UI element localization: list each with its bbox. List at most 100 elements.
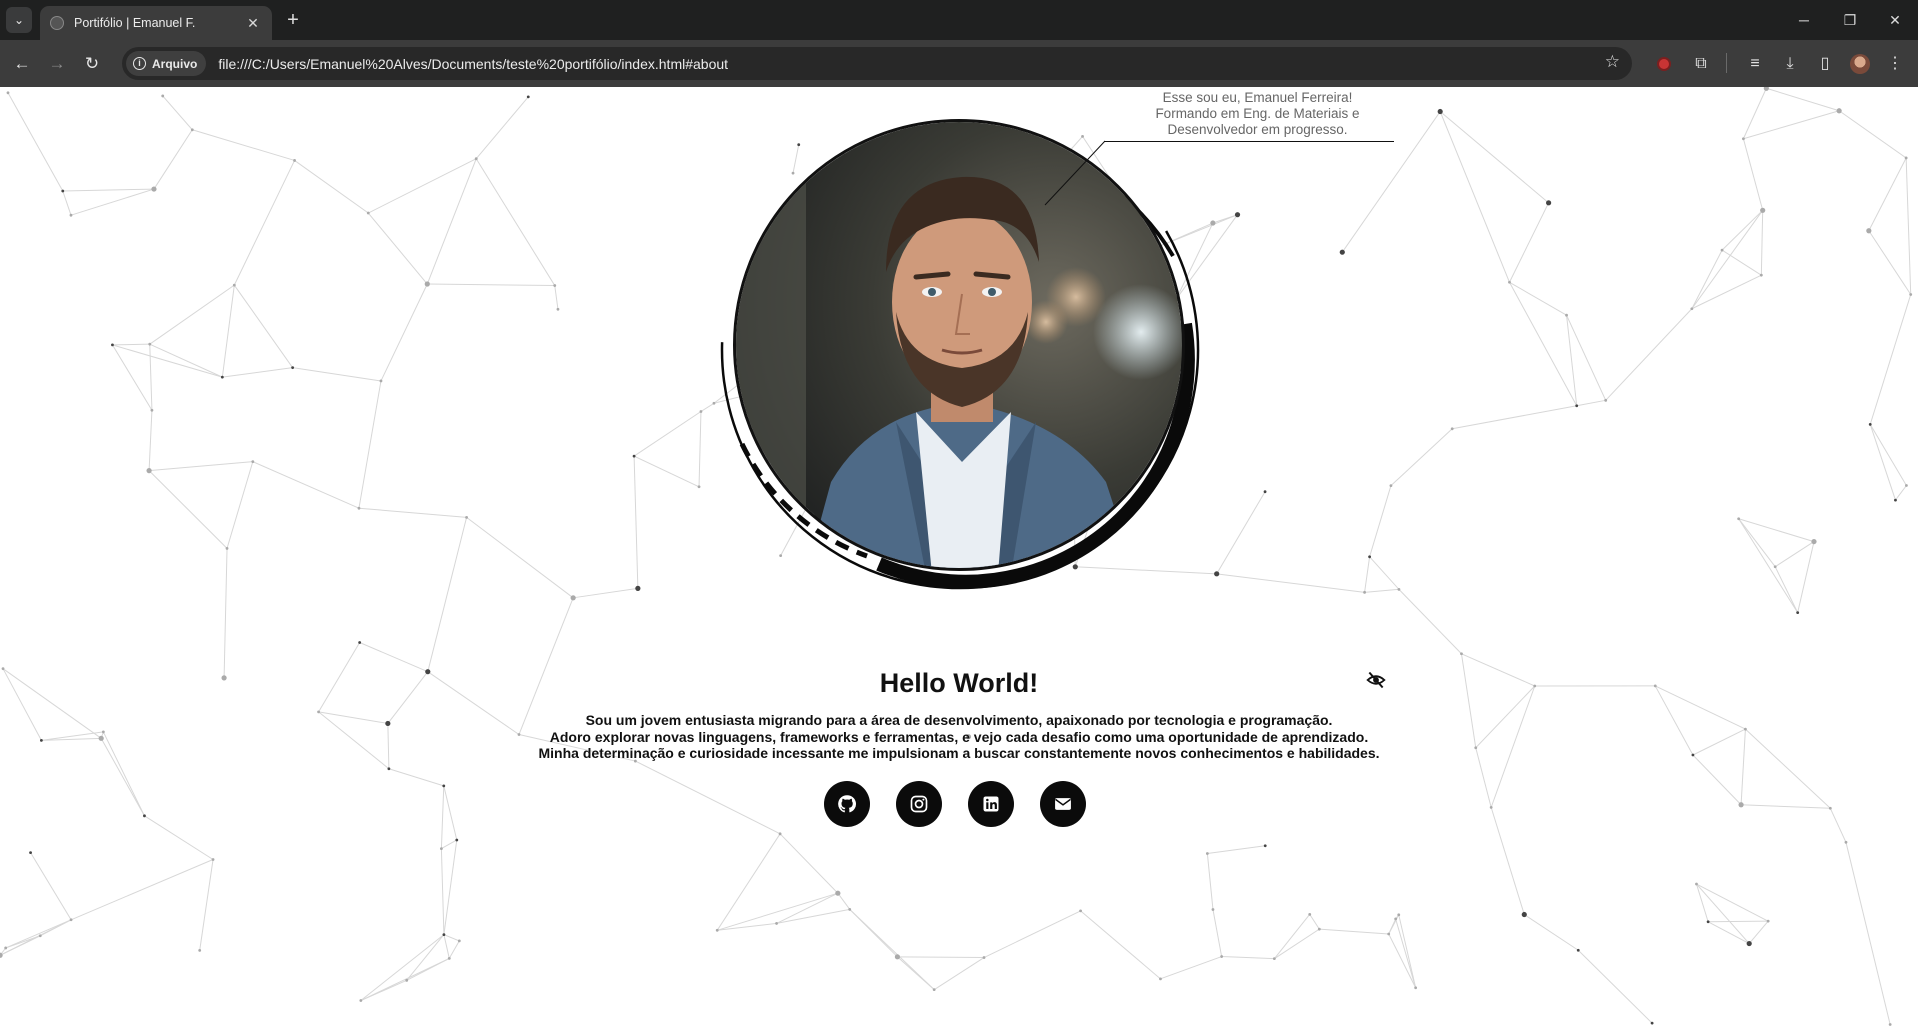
forward-icon[interactable]: → — [43, 50, 71, 78]
minimize-button[interactable]: ─ — [1781, 6, 1827, 34]
tab-portfolio[interactable]: Portifólio | Emanuel F. ✕ — [40, 6, 272, 40]
new-tab-button[interactable]: + — [280, 8, 306, 34]
network-node — [1894, 498, 1897, 502]
network-node — [1576, 948, 1580, 952]
network-node — [251, 460, 255, 464]
network-node — [553, 284, 557, 287]
network-link — [406, 934, 445, 981]
close-window-button[interactable]: ✕ — [1872, 6, 1918, 34]
network-node — [526, 95, 530, 99]
address-bar[interactable]: i Arquivo file:///C:/Users/Emanuel%20Alv… — [122, 47, 1632, 80]
network-node — [69, 213, 73, 217]
email-button[interactable] — [1040, 781, 1086, 827]
tab-close-icon[interactable]: ✕ — [244, 15, 262, 32]
network-node — [405, 978, 409, 982]
network-node — [1159, 977, 1162, 981]
network-link — [406, 957, 450, 981]
caption-line-1: Esse sou eu, Emanuel Ferreira! — [1162, 90, 1353, 105]
restore-button[interactable]: ❐ — [1827, 6, 1873, 34]
network-link — [292, 367, 382, 382]
linkedin-button[interactable] — [968, 781, 1014, 827]
network-link — [1743, 110, 1840, 140]
menu-kebab-icon[interactable]: ⋮ — [1881, 50, 1909, 78]
network-link — [1766, 87, 1840, 112]
network-link — [897, 956, 985, 959]
bookmark-star-icon[interactable]: ☆ — [1605, 52, 1620, 72]
eye-slash-icon[interactable] — [1366, 670, 1386, 690]
network-node — [151, 186, 157, 192]
network-link — [443, 839, 458, 935]
network-link — [440, 848, 445, 935]
network-node — [1521, 911, 1527, 918]
network-node — [457, 939, 461, 943]
network-link — [441, 839, 458, 850]
profile-avatar[interactable] — [1846, 50, 1874, 78]
reload-icon[interactable]: ↻ — [78, 50, 106, 78]
network-link — [427, 517, 468, 672]
network-link — [192, 129, 295, 161]
about-title: Hello World! — [879, 668, 1039, 698]
linkedin-icon — [983, 796, 999, 812]
network-node — [424, 281, 430, 287]
network-node — [1744, 727, 1747, 731]
download-icon[interactable]: ⤓ — [1776, 50, 1804, 78]
network-link — [149, 284, 235, 345]
network-link — [1707, 921, 1750, 945]
network-node — [1868, 422, 1872, 426]
network-link — [1390, 428, 1453, 487]
network-link — [776, 892, 839, 924]
network-node — [221, 675, 227, 681]
network-node — [111, 343, 114, 347]
network-node — [98, 735, 104, 741]
network-link — [149, 461, 253, 472]
network-link — [635, 760, 781, 835]
network-link — [443, 934, 460, 942]
network-node — [1760, 207, 1766, 213]
site-chip-label: Arquivo — [152, 56, 198, 71]
media-controls-icon[interactable]: ≡ — [1741, 50, 1769, 78]
network-link — [1369, 485, 1392, 557]
network-node — [1695, 882, 1698, 886]
network-link — [1364, 588, 1399, 593]
network-link — [1774, 566, 1799, 613]
record-extension-icon[interactable] — [1650, 50, 1678, 78]
tab-search-button[interactable]: ⌄ — [6, 7, 32, 33]
network-node — [1836, 108, 1842, 114]
network-link — [7, 92, 64, 192]
back-icon[interactable]: ← — [8, 50, 36, 78]
network-link — [1207, 845, 1266, 854]
network-node — [359, 999, 363, 1002]
url-text[interactable]: file:///C:/Users/Emanuel%20Alves/Documen… — [218, 56, 728, 72]
caption-line-2: Formando em Eng. de Materiais e — [1155, 106, 1360, 121]
network-node — [1720, 248, 1724, 252]
network-node — [1414, 986, 1418, 990]
caption-line-3: Desenvolvedor em progresso. — [1167, 122, 1348, 137]
network-node — [570, 595, 576, 601]
site-info-chip[interactable]: i Arquivo — [126, 51, 207, 76]
instagram-button[interactable] — [896, 781, 942, 827]
network-node — [366, 211, 370, 215]
network-node — [317, 710, 320, 714]
network-link — [933, 957, 985, 991]
github-button[interactable] — [824, 781, 870, 827]
network-node — [150, 408, 154, 412]
network-link — [779, 833, 839, 894]
network-link — [40, 919, 72, 937]
side-panel-icon[interactable]: ▯ — [1811, 50, 1839, 78]
network-link — [1838, 110, 1907, 159]
network-node — [1766, 919, 1770, 923]
network-link — [1655, 685, 1746, 730]
network-link — [1774, 541, 1815, 568]
network-link — [1895, 485, 1907, 501]
network-node — [632, 454, 636, 458]
network-node — [293, 159, 296, 162]
network-link — [318, 642, 361, 713]
network-link — [221, 285, 235, 378]
network-link — [1398, 914, 1417, 988]
network-link — [466, 516, 574, 599]
extensions-puzzle-icon[interactable]: ⧉ — [1687, 50, 1715, 78]
network-link — [837, 892, 851, 910]
network-link — [1869, 294, 1912, 425]
network-node — [1742, 137, 1745, 141]
network-node — [835, 890, 841, 896]
